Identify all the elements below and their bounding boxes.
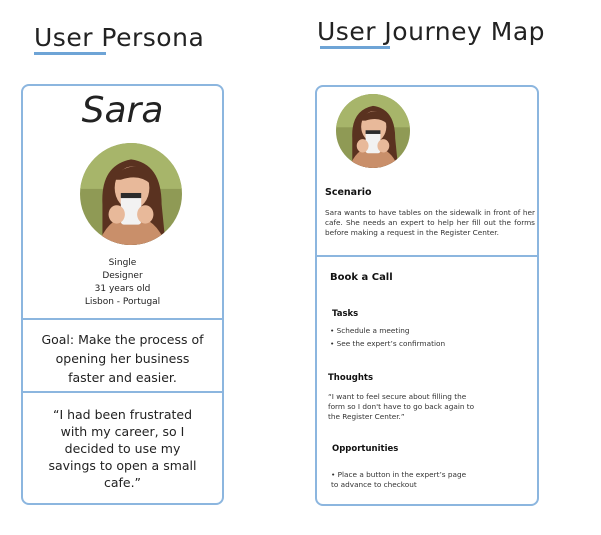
opportunities-text: • Place a button in the expert’s page to… xyxy=(331,470,467,489)
journey-divider xyxy=(317,255,537,257)
scenario-text: Sara wants to have tables on the sidewal… xyxy=(325,208,535,237)
persona-divider xyxy=(23,318,222,320)
persona-quote: “I had been frustrated with my career, s… xyxy=(48,407,197,490)
persona-name: Sara xyxy=(81,90,164,131)
persona-divider xyxy=(23,391,222,393)
persona-heading-underline xyxy=(34,52,106,55)
persona-goal: Goal: Make the process of opening her bu… xyxy=(41,332,204,385)
persona-card: Sara Single Designer 31 years old Lisbon… xyxy=(21,84,224,505)
tasks-title: Tasks xyxy=(332,309,359,319)
thoughts-text: “I want to feel secure about filling the… xyxy=(328,392,475,421)
task-item: • Schedule a meeting xyxy=(330,326,410,335)
persona-detail-status: Single xyxy=(108,258,137,268)
persona-detail-job: Designer xyxy=(102,271,143,281)
persona-photo xyxy=(80,143,182,245)
journey-heading-underline xyxy=(320,46,390,49)
journey-card: Scenario Sara wants to have tables on th… xyxy=(315,85,539,506)
persona-detail-location: Lisbon - Portugal xyxy=(84,297,161,307)
journey-photo xyxy=(336,94,410,168)
persona-detail-age: 31 years old xyxy=(94,284,151,294)
scenario-title: Scenario xyxy=(325,187,372,198)
task-item: • See the expert’s confirmation xyxy=(330,339,446,348)
opportunities-title: Opportunities xyxy=(332,444,399,454)
stage-title: Book a Call xyxy=(330,272,393,283)
journey-heading: User Journey Map xyxy=(317,17,546,46)
persona-heading: User Persona xyxy=(34,23,205,52)
thoughts-title: Thoughts xyxy=(328,373,373,383)
persona-avatar xyxy=(80,143,182,245)
journey-avatar xyxy=(336,94,410,168)
